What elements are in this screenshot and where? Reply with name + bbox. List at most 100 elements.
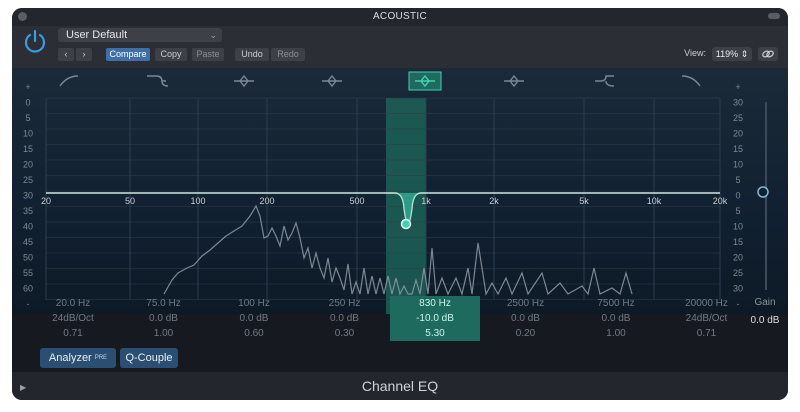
view-zoom-value: 119% — [715, 49, 739, 59]
eq-curve — [46, 192, 720, 225]
frequency-label: 2k — [489, 196, 499, 206]
plugin-name: Channel EQ — [361, 378, 439, 394]
band-parameters: 20.0 Hz 24dB/Oct 0.71 75.0 Hz 0.0 dB 1.00 100 … — [12, 296, 788, 346]
chevron-right-icon: › — [82, 49, 86, 59]
band-7-params[interactable]: 7500 Hz 0.0 dB 1.00 — [571, 296, 661, 341]
view-label: View: — [684, 48, 706, 58]
gain-slider-knob[interactable] — [757, 186, 769, 198]
gain-label: Gain — [754, 297, 776, 308]
band-1-params[interactable]: 20.0 Hz 24dB/Oct 0.71 — [28, 296, 118, 341]
right-scale-label: 20 — [733, 129, 743, 139]
copy-button[interactable]: Copy — [155, 48, 187, 61]
bell-icon[interactable] — [322, 74, 342, 88]
left-scale: +051015202530354045505560- — [23, 82, 33, 309]
band-q-value[interactable]: 1.00 — [119, 326, 209, 341]
band-gain-value[interactable]: 24dB/Oct — [662, 311, 752, 326]
band-8-params[interactable]: 20000 Hz 24dB/Oct 0.71 — [662, 296, 752, 341]
link-icon[interactable] — [758, 47, 778, 61]
eq-graph[interactable]: +051015202530354045505560- +302520151050… — [12, 68, 788, 314]
preset-name: User Default — [66, 29, 128, 41]
analyzer-button[interactable]: Analyzer PRE — [40, 348, 116, 368]
left-scale-label: 10 — [23, 129, 33, 139]
left-scale-label: 55 — [23, 268, 33, 278]
bell-icon[interactable] — [234, 74, 254, 88]
highpass-icon[interactable] — [59, 75, 79, 87]
frequency-label: 20 — [41, 196, 51, 206]
left-scale-label: 60 — [23, 284, 33, 294]
next-preset-button[interactable]: › — [76, 48, 92, 61]
band-gain-value[interactable]: 0.0 dB — [571, 311, 661, 326]
band-q-value[interactable]: 0.20 — [481, 326, 571, 341]
band-5-params[interactable]: 830 Hz -10.0 dB 5.30 — [390, 296, 480, 341]
left-scale-label: 50 — [23, 253, 33, 263]
high-shelf-icon[interactable] — [595, 75, 615, 87]
right-scale-label: 20 — [733, 253, 743, 263]
title-bar: ACOUSTIC — [12, 8, 788, 26]
undo-button[interactable]: Undo — [235, 48, 269, 61]
band-gain-value[interactable]: -10.0 dB — [390, 311, 480, 326]
analyzer-badge: PRE — [94, 355, 108, 361]
band-gain-value[interactable]: 0.0 dB — [481, 311, 571, 326]
right-scale-label: 10 — [733, 160, 743, 170]
band-6-params[interactable]: 2500 Hz 0.0 dB 0.20 — [481, 296, 571, 341]
left-scale-label: 5 — [25, 113, 30, 123]
right-scale-label: 30 — [733, 98, 743, 108]
band-freq-value[interactable]: 250 Hz — [300, 296, 390, 311]
right-scale-label: 15 — [733, 144, 743, 154]
left-scale-label: 20 — [23, 160, 33, 170]
band-5-handle[interactable] — [400, 218, 412, 230]
q-couple-button[interactable]: Q-Couple — [120, 348, 178, 368]
right-scale-label: + — [735, 82, 740, 92]
bell-icon[interactable] — [504, 74, 524, 88]
band-gain-value[interactable]: 24dB/Oct — [28, 311, 118, 326]
band-4-params[interactable]: 250 Hz 0.0 dB 0.30 — [300, 296, 390, 341]
left-scale-label: 25 — [23, 175, 33, 185]
paste-button[interactable]: Paste — [192, 48, 224, 61]
frequency-scale: 20 50 100 200 500 1k 2k 5k 10k 20k — [41, 196, 728, 206]
right-scale-label: 10 — [733, 222, 743, 232]
power-icon[interactable] — [22, 29, 48, 55]
left-scale-label: 30 — [23, 191, 33, 201]
compare-button[interactable]: Compare — [106, 48, 150, 61]
band-3-params[interactable]: 100 Hz 0.0 dB 0.60 — [209, 296, 299, 341]
band-q-value[interactable]: 0.60 — [209, 326, 299, 341]
gain-value[interactable]: 0.0 dB — [745, 315, 785, 326]
left-scale-label: 40 — [23, 222, 33, 232]
right-scale-label: 0 — [735, 191, 740, 201]
band-q-value[interactable]: 5.30 — [390, 326, 480, 341]
band-gain-value[interactable]: 0.0 dB — [209, 311, 299, 326]
lowpass-icon[interactable] — [681, 75, 701, 87]
band-q-value[interactable]: 0.71 — [662, 326, 752, 341]
band-freq-value[interactable]: 7500 Hz — [571, 296, 661, 311]
frequency-label: 500 — [349, 196, 364, 206]
band-freq-value[interactable]: 20000 Hz — [662, 296, 752, 311]
band-freq-value[interactable]: 100 Hz — [209, 296, 299, 311]
left-scale-label: 45 — [23, 237, 33, 247]
band-freq-value[interactable]: 20.0 Hz — [28, 296, 118, 311]
preset-menu[interactable]: User Default ⌄ — [58, 28, 222, 42]
right-scale-label: 5 — [735, 175, 740, 185]
view-zoom-select[interactable]: 119% ⇕ — [712, 47, 752, 61]
band-2-params[interactable]: 75.0 Hz 0.0 dB 1.00 — [119, 296, 209, 341]
left-scale-label: 0 — [25, 98, 30, 108]
previous-preset-button[interactable]: ‹ — [58, 48, 74, 61]
frequency-label: 5k — [579, 196, 589, 206]
low-shelf-icon[interactable] — [147, 75, 169, 87]
right-scale-label: 30 — [733, 284, 743, 294]
redo-button[interactable]: Redo — [271, 48, 305, 61]
band-freq-value[interactable]: 75.0 Hz — [119, 296, 209, 311]
band-q-value[interactable]: 1.00 — [571, 326, 661, 341]
band-freq-value[interactable]: 2500 Hz — [481, 296, 571, 311]
band-q-value[interactable]: 0.71 — [28, 326, 118, 341]
band-gain-value[interactable]: 0.0 dB — [119, 311, 209, 326]
right-scale-label: 25 — [733, 268, 743, 278]
band-q-value[interactable]: 0.30 — [300, 326, 390, 341]
window-menu-icon[interactable] — [768, 13, 780, 19]
window-title: ACOUSTIC — [372, 11, 428, 22]
band-freq-value[interactable]: 830 Hz — [390, 296, 480, 311]
plugin-window: ACOUSTIC User Default ⌄ ‹ › Compare Copy… — [12, 8, 788, 400]
eq-display[interactable]: +0 5 10 15 20 25 30 35 40 45 50 55 60- +30 25 20 15 10 5 0… — [12, 68, 788, 314]
band-gain-value[interactable]: 0.0 dB — [300, 311, 390, 326]
plugin-footer: ▶ Channel EQ — [12, 372, 788, 400]
chevron-down-icon: ⌄ — [209, 30, 217, 40]
